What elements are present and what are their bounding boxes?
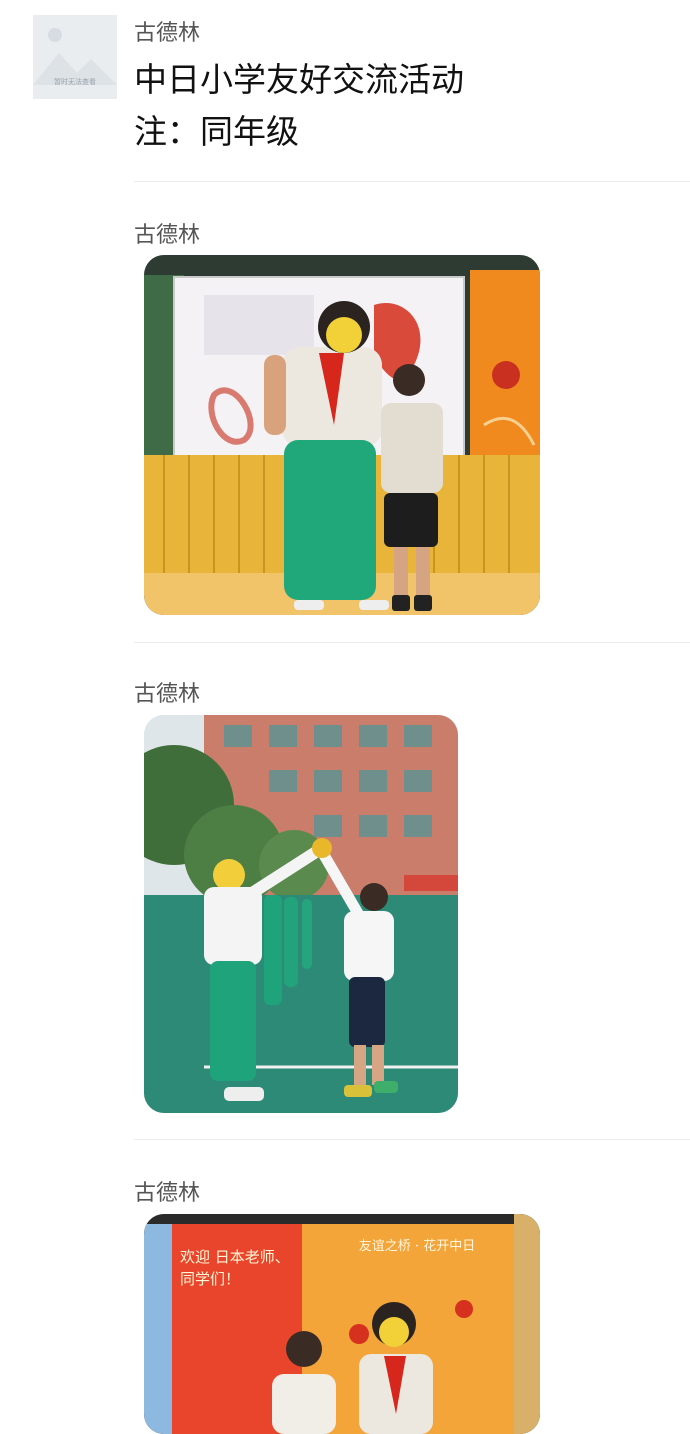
- photo-message: 古德林: [0, 182, 690, 642]
- board-heading-text: 友谊之桥 · 花开中日: [358, 1239, 476, 1254]
- sender-name: 古德林: [134, 1181, 201, 1206]
- photo-message: 古德林 欢迎 日本老师、同学们！ 友谊之桥 · 花开中日: [0, 1140, 690, 1434]
- header-message: 暂时无法查看 古德林 中日小学友好交流活动 注：同年级: [0, 0, 690, 182]
- sender-name: 古德林: [134, 223, 201, 248]
- avatar[interactable]: 暂时无法查看: [33, 15, 117, 99]
- photo-message: 古德林: [0, 643, 690, 1140]
- sender-name: 古德林: [134, 21, 201, 46]
- welcome-banner-text: 欢迎 日本老师、同学们！: [180, 1248, 290, 1288]
- message-title: 中日小学友好交流活动: [134, 60, 464, 99]
- sender-name: 古德林: [134, 682, 201, 707]
- photo-students-arch[interactable]: [144, 715, 458, 1113]
- message-note: 注：同年级: [134, 112, 299, 151]
- photo-two-students[interactable]: [144, 255, 540, 615]
- avatar-caption: 暂时无法查看: [54, 78, 96, 86]
- photo-welcome-banner[interactable]: 欢迎 日本老师、同学们！ 友谊之桥 · 花开中日: [144, 1214, 540, 1434]
